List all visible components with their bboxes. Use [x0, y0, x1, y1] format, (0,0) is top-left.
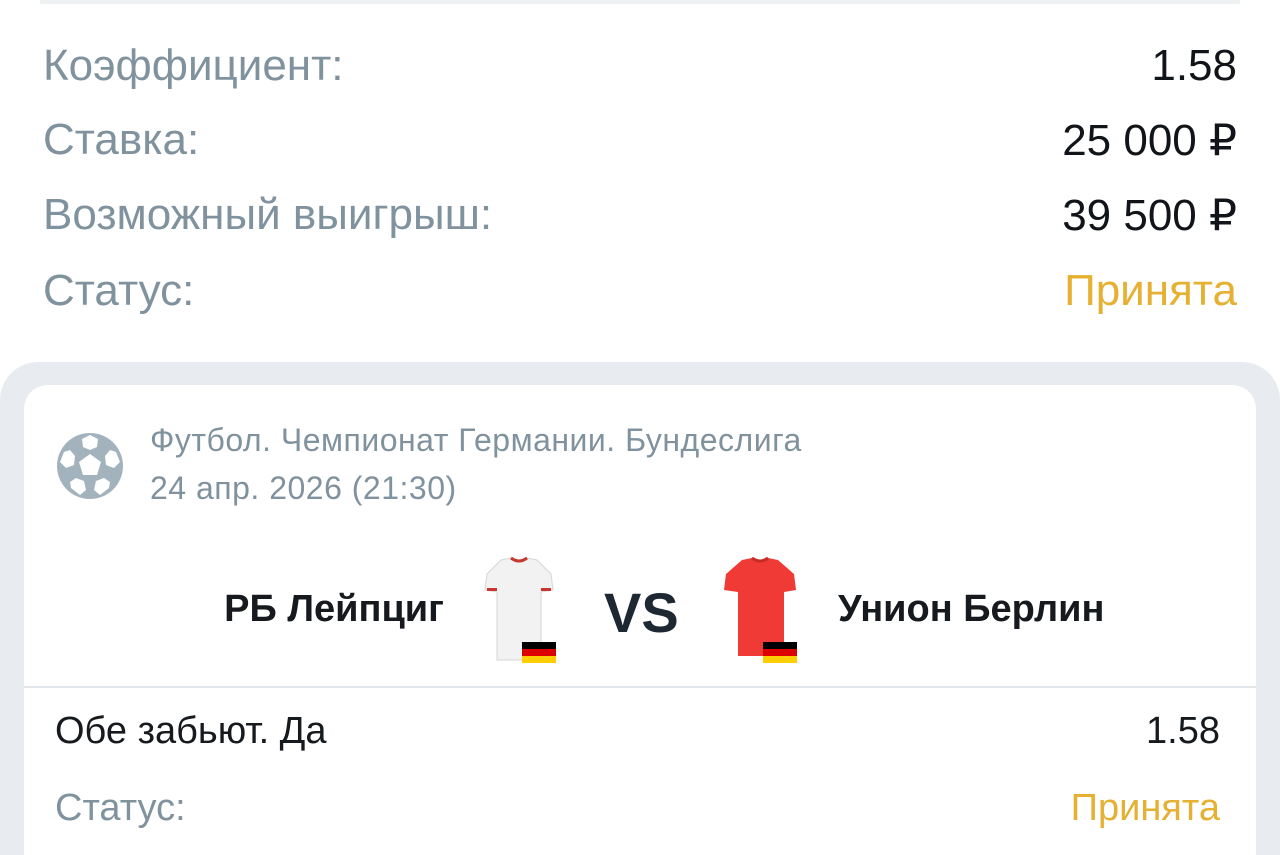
status-badge: Принята [1064, 266, 1237, 315]
stake-label: Ставка: [43, 115, 200, 164]
bet-status-badge: Принята [1070, 786, 1220, 829]
league-title: Футбол. Чемпионат Германии. Бундеслига [150, 422, 802, 458]
top-divider [40, 0, 1240, 4]
possible-win-value: 39 500 ₽ [1062, 190, 1237, 240]
status-label: Статус: [43, 266, 195, 315]
away-jersey-icon [724, 556, 797, 663]
status-row: Статус: Принята [43, 263, 1237, 319]
possible-win-row: Возможный выигрыш: 39 500 ₽ [43, 187, 1237, 243]
bet-details-screen: Коэффициент: 1.58 Ставка: 25 000 ₽ Возмо… [0, 0, 1280, 855]
stake-row: Ставка: 25 000 ₽ [43, 112, 1237, 168]
soccer-ball-icon [57, 433, 123, 499]
germany-flag-icon [522, 642, 556, 663]
bet-market-row: Обе забьют. Да 1.58 [55, 708, 1220, 754]
coefficient-row: Коэффициент: 1.58 [43, 38, 1237, 94]
home-jersey-icon [484, 556, 556, 663]
home-team-name: РБ Лейпциг [224, 588, 444, 630]
away-team-name: Унион Берлин [838, 588, 1105, 630]
match-date: 24 апр. 2026 (21:30) [150, 470, 457, 506]
coefficient-label: Коэффициент: [43, 41, 344, 90]
stake-value: 25 000 ₽ [1062, 115, 1237, 165]
bet-market: Обе забьют. Да [55, 709, 327, 752]
vs-label: VS [604, 581, 679, 644]
coefficient-value: 1.58 [1151, 41, 1237, 90]
germany-flag-icon [763, 642, 797, 663]
card-divider [24, 686, 1256, 688]
bet-odds: 1.58 [1146, 709, 1220, 752]
bet-status-label: Статус: [55, 786, 186, 829]
bet-status-row: Статус: Принята [55, 785, 1220, 831]
possible-win-label: Возможный выигрыш: [43, 190, 493, 239]
